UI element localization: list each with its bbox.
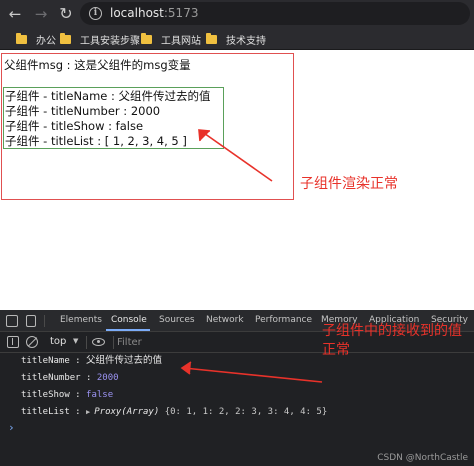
render-annotation: 子组件渲染正常 [300,176,398,192]
watermark: CSDN @NorthCastle [377,453,468,463]
folder-icon [141,32,152,44]
log-key: titleShow : [21,390,81,400]
log-value: Proxy(Array) [94,407,160,417]
toolbar-divider [113,336,114,349]
browser-toolbar: ← → ↻ i localhost:5173 [0,0,474,28]
address-bar[interactable]: i localhost:5173 [80,2,470,25]
folder-icon [206,32,217,44]
expand-triangle-icon[interactable]: ▶ [86,405,90,419]
toolbar-divider [86,336,87,349]
bookmark-folder-0[interactable]: 办公 [16,31,56,47]
log-value: false [86,390,114,400]
tab-console[interactable]: Console [111,315,147,325]
url-text[interactable]: localhost:5173 [110,6,198,20]
back-arrow-icon[interactable]: ← [5,4,25,24]
context-selector[interactable]: top [50,336,66,347]
log-key: titleNumber : [21,373,92,383]
bookmark-folder-1[interactable]: 工具安装步骤 [60,31,140,47]
log-entry-title-show: titleShow : false [21,388,113,402]
log-key: titleList : [21,407,81,417]
url-host: localhost [110,6,164,20]
clear-console-icon[interactable] [26,336,38,348]
bookmark-label: 工具安装步骤 [80,35,140,47]
tab-sources[interactable]: Sources [159,315,195,325]
tab-performance[interactable]: Performance [255,315,312,325]
tab-divider [44,315,45,327]
active-tab-indicator [106,329,150,331]
url-port: :5173 [163,6,199,20]
bookmark-folder-2[interactable]: 工具网站 [141,31,201,47]
parent-msg-text: 父组件msg : 这是父组件的msg变量 [4,58,191,72]
console-prompt-icon[interactable]: › [8,421,15,434]
bookmark-label: 办公 [36,35,56,47]
parent-component-box: 父组件msg : 这是父组件的msg变量 子组件 - titleName : 父… [1,53,294,200]
page-viewport: 父组件msg : 这是父组件的msg变量 子组件 - titleName : 父… [0,51,474,310]
tab-elements[interactable]: Elements [60,315,102,325]
chevron-down-icon[interactable]: ▼ [73,337,78,345]
eye-icon[interactable] [92,338,105,346]
log-key: titleName : [21,356,81,366]
console-output: titleName : 父组件传过去的值 titleNumber : 2000 … [0,354,474,466]
receive-annotation: 子组件中的接收到的值正常 [322,323,462,358]
log-entry-title-number: titleNumber : 2000 [21,371,119,385]
child-title-show: 子组件 - titleShow : false [5,119,144,133]
tab-network[interactable]: Network [206,315,244,325]
reload-icon[interactable]: ↻ [56,4,76,24]
screenshot-root: ← → ↻ i localhost:5173 办公 工具安装步骤 工具网站 技术… [0,0,474,466]
child-component-box: 子组件 - titleName : 父组件传过去的值 子组件 - titleNu… [3,87,224,149]
bookmark-label: 工具网站 [161,35,201,47]
log-value: 2000 [96,373,119,383]
log-entry-title-name: titleName : 父组件传过去的值 [21,354,162,368]
folder-icon [60,32,71,44]
forward-arrow-icon[interactable]: → [31,4,51,24]
bookmark-label: 技术支持 [226,35,266,47]
log-value: 父组件传过去的值 [86,355,163,366]
bookmark-folder-3[interactable]: 技术支持 [206,31,266,47]
child-title-name: 子组件 - titleName : 父组件传过去的值 [5,89,211,103]
child-title-list: 子组件 - titleList : [ 1, 2, 3, 4, 5 ] [5,134,187,148]
bookmarks-bar: 办公 工具安装步骤 工具网站 技术支持 [0,28,474,50]
log-detail: {0: 1, 1: 2, 2: 3, 3: 4, 4: 5} [164,407,328,417]
child-title-number: 子组件 - titleNumber : 2000 [5,104,161,118]
site-info-icon[interactable]: i [89,7,102,20]
inspect-element-icon[interactable] [6,315,18,327]
folder-icon [16,32,27,44]
device-toolbar-icon[interactable] [26,315,36,327]
log-entry-title-list[interactable]: titleList : ▶ Proxy(Array) {0: 1, 1: 2, 2… [21,405,327,419]
sidebar-toggle-icon[interactable] [7,336,19,348]
